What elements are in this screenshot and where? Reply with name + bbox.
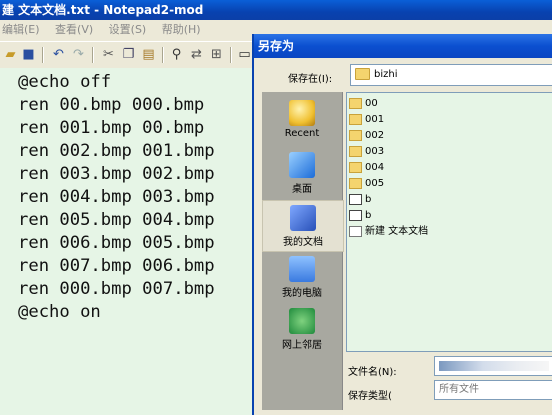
place-network[interactable]: 网上邻居 [262, 308, 342, 351]
menu-settings[interactable]: 设置(S) [109, 23, 147, 36]
code-line: ren 001.bmp 00.bmp [18, 118, 205, 138]
place-my-documents[interactable]: 我的文档 [262, 200, 344, 252]
open-icon[interactable]: ▰ [2, 46, 19, 63]
code-block: @echo off ren 00.bmp 000.bmp ren 001.bmp… [18, 71, 215, 324]
folder-icon [355, 68, 370, 80]
list-item[interactable]: 新建 文本文档 [349, 225, 428, 239]
filetype-dropdown[interactable]: 所有文件 [434, 380, 552, 400]
toolbar-separator [92, 47, 94, 63]
folder-icon [349, 113, 362, 125]
my-computer-icon [289, 256, 315, 282]
place-desktop[interactable]: 桌面 [262, 152, 342, 195]
save-in-dropdown[interactable]: bizhi [350, 64, 552, 86]
file-name: 003 [365, 146, 385, 157]
code-line: ren 004.bmp 003.bmp [18, 187, 215, 207]
filename-input[interactable] [434, 356, 552, 376]
folder-icon [349, 145, 362, 157]
file-name: 新建 文本文档 [365, 226, 429, 237]
list-item[interactable]: 004 [349, 161, 384, 175]
code-line: ren 002.bmp 001.bmp [18, 141, 215, 161]
file-name: b [365, 210, 372, 221]
folder-icon [349, 97, 362, 109]
code-line: @echo off [18, 72, 112, 92]
place-my-computer[interactable]: 我的电脑 [262, 256, 342, 299]
recent-icon [289, 100, 315, 126]
menu-view[interactable]: 查看(V) [55, 23, 93, 36]
filetype-value: 所有文件 [439, 384, 479, 395]
place-label: 我的电脑 [282, 288, 322, 299]
wordwrap-icon[interactable]: ▭ [236, 46, 253, 63]
goto-icon[interactable]: ⊞ [208, 46, 225, 63]
find-icon[interactable]: ⚲ [168, 46, 185, 63]
redo-icon[interactable]: ↷ [70, 46, 87, 63]
file-name: 005 [365, 178, 385, 189]
place-label: 网上邻居 [282, 340, 322, 351]
toolbar-separator [162, 47, 164, 63]
filename-value [439, 361, 549, 371]
code-line: @echo on [18, 302, 101, 322]
window-title: 建 文本文档.txt - Notepad2-mod [0, 0, 552, 20]
folder-icon [349, 129, 362, 141]
save-in-value: bizhi [374, 69, 398, 80]
replace-icon[interactable]: ⇄ [188, 46, 205, 63]
folder-icon [349, 161, 362, 173]
file-name: 00 [365, 98, 378, 109]
code-line: ren 00.bmp 000.bmp [18, 95, 205, 115]
list-item[interactable]: b [349, 193, 371, 207]
places-bar: Recent 桌面 我的文档 我的电脑 网上邻居 [262, 92, 344, 410]
file-name: b [365, 194, 372, 205]
folder-icon [349, 177, 362, 189]
desktop-icon [289, 152, 315, 178]
list-item[interactable]: 001 [349, 113, 384, 127]
toolbar-separator [230, 47, 232, 63]
save-in-label: 保存在(I): [288, 74, 333, 85]
code-line: ren 000.bmp 007.bmp [18, 279, 215, 299]
undo-icon[interactable]: ↶ [50, 46, 67, 63]
menu-edit[interactable]: 编辑(E) [2, 23, 40, 36]
code-line: ren 007.bmp 006.bmp [18, 256, 215, 276]
place-label: 我的文档 [283, 237, 323, 248]
image-file-icon [349, 209, 362, 221]
filename-label: 文件名(N): [348, 367, 397, 378]
code-line: ren 005.bmp 004.bmp [18, 210, 215, 230]
list-item[interactable]: 003 [349, 145, 384, 159]
image-file-icon [349, 193, 362, 205]
my-documents-icon [290, 205, 316, 231]
list-item[interactable]: b [349, 209, 371, 223]
cut-icon[interactable]: ✂ [100, 46, 117, 63]
file-name: 002 [365, 130, 385, 141]
list-item[interactable]: 00 [349, 97, 378, 111]
toolbar-separator [42, 47, 44, 63]
list-item[interactable]: 005 [349, 177, 384, 191]
network-icon [289, 308, 315, 334]
place-recent[interactable]: Recent [262, 100, 342, 139]
copy-icon[interactable]: ❐ [120, 46, 137, 63]
paste-icon[interactable]: ▤ [140, 46, 157, 63]
code-line: ren 006.bmp 005.bmp [18, 233, 215, 253]
menu-help[interactable]: 帮助(H) [162, 23, 201, 36]
file-name: 004 [365, 162, 385, 173]
code-line: ren 003.bmp 002.bmp [18, 164, 215, 184]
file-name: 001 [365, 114, 385, 125]
file-list[interactable]: 00 001 002 003 004 005 b b 新建 文本文档 [346, 92, 552, 352]
save-icon[interactable]: ■ [20, 46, 37, 63]
place-label: 桌面 [292, 184, 312, 195]
filetype-label: 保存类型( [348, 391, 392, 402]
dialog-title: 另存为 [254, 34, 552, 58]
list-item[interactable]: 002 [349, 129, 384, 143]
place-label: Recent [284, 128, 320, 139]
save-as-dialog: 另存为 保存在(I): bizhi Recent 桌面 我的文档 我的电脑 网上… [252, 34, 552, 415]
text-file-icon [349, 225, 362, 237]
